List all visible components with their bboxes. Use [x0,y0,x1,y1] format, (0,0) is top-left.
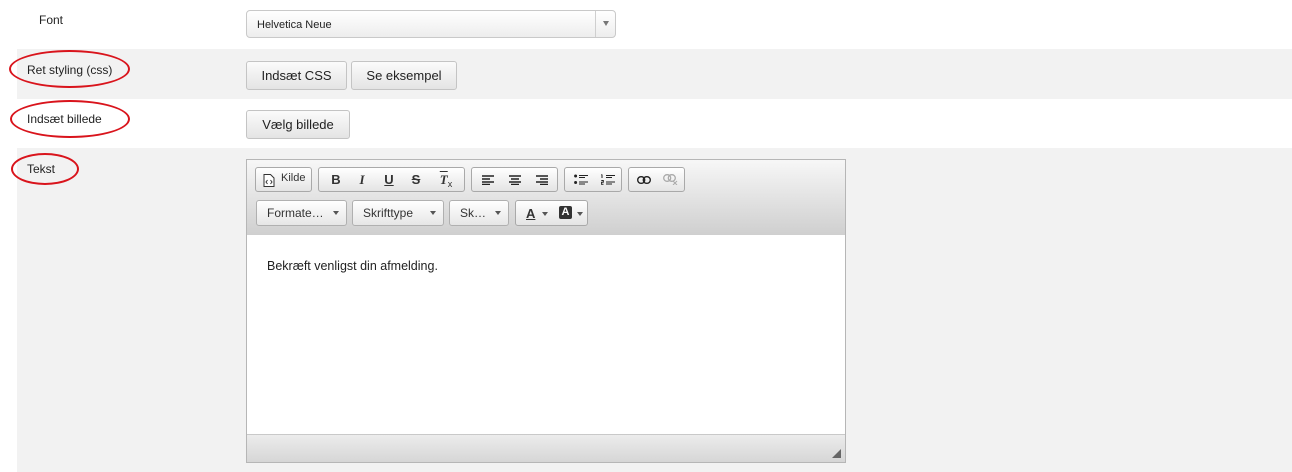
editor-content[interactable]: Bekræft venligst din afmelding. [247,235,845,435]
chevron-down-icon [333,211,339,215]
size-combo[interactable]: Sk… [449,200,509,226]
choose-image-button[interactable]: Vælg billede [246,110,350,139]
source-doc-icon [263,174,275,187]
css-row [17,49,1292,99]
link-button[interactable] [631,168,657,191]
font-select[interactable]: Helvetica Neue [246,10,616,38]
bg-color-icon: A [559,206,572,219]
font-row [17,0,1292,49]
text-label: Tekst [27,162,56,176]
size-combo-value: Sk… [460,206,487,220]
bulleted-list-button[interactable] [567,168,594,191]
unlink-icon [663,174,678,185]
remove-format-button[interactable]: Tx [431,168,461,191]
align-left-icon [482,175,494,185]
chevron-down-icon [603,21,609,26]
editor-toolbar: Kilde B I U S Tx Formate… Skrifttype Sk…… [247,160,845,236]
color-group: A A [515,200,588,226]
unlink-button[interactable] [657,168,683,191]
basic-styles-group: B I U S Tx [318,167,465,192]
strikethrough-button[interactable]: S [403,168,429,191]
numbered-list-icon [601,174,615,185]
font-select-value: Helvetica Neue [257,19,332,31]
numbered-list-button[interactable] [594,168,621,191]
preview-button[interactable]: Se eksempel [351,61,457,90]
rich-text-editor: Kilde B I U S Tx Formate… Skrifttype Sk…… [246,159,846,463]
underline-button[interactable]: U [376,168,402,191]
editor-statusbar [247,434,845,462]
chevron-down-icon [577,212,583,216]
resize-handle-icon[interactable] [832,449,841,458]
remove-format-icon: T [439,172,448,187]
source-button[interactable]: Kilde [256,168,311,191]
link-group [628,167,685,192]
chevron-down-icon [430,211,436,215]
align-center-icon [509,175,521,185]
select-divider [595,11,596,37]
chevron-down-icon [542,212,548,216]
text-color-button[interactable]: A [518,201,551,224]
alignment-group [471,167,558,192]
bold-button[interactable]: B [323,168,349,191]
source-label: Kilde [281,172,306,184]
link-icon [637,176,651,184]
css-label: Ret styling (css) [27,63,113,77]
align-left-button[interactable] [474,168,501,191]
font-combo-value: Skrifttype [363,206,414,220]
italic-button[interactable]: I [349,168,375,191]
align-center-button[interactable] [501,168,528,191]
bg-color-button[interactable]: A [553,201,586,224]
chevron-down-icon [495,211,501,215]
font-combo[interactable]: Skrifttype [352,200,444,226]
bulleted-list-icon [574,174,588,185]
format-combo-value: Formate… [267,206,324,220]
align-right-button[interactable] [528,168,555,191]
list-group [564,167,622,192]
source-group: Kilde [255,167,312,192]
editor-content-text: Bekræft venligst din afmelding. [267,259,438,273]
insert-css-button[interactable]: Indsæt CSS [246,61,347,90]
image-row [17,99,1292,148]
remove-format-sub: x [447,179,453,189]
image-label: Indsæt billede [27,112,102,126]
align-right-icon [536,175,548,185]
format-combo[interactable]: Formate… [256,200,347,226]
font-label: Font [39,13,64,27]
text-color-icon: A [526,206,536,221]
